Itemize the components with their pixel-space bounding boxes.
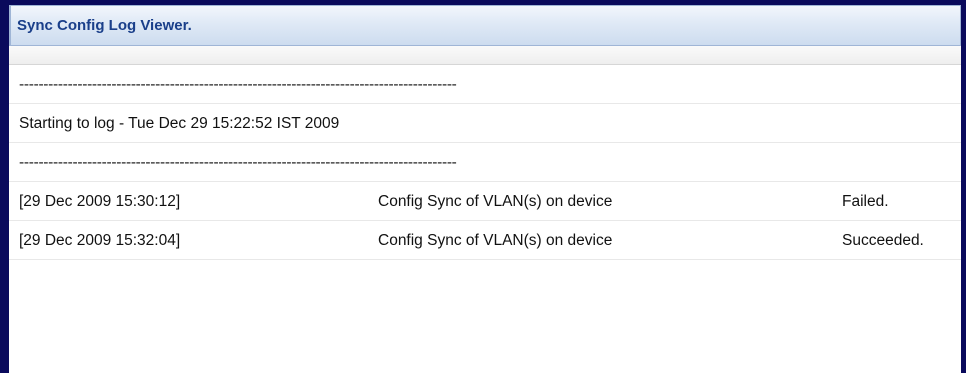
entry-message: Config Sync of VLAN(s) on device <box>378 232 613 249</box>
separator-text: ----------------------------------------… <box>19 76 457 93</box>
entry-status: Succeeded. <box>842 232 924 249</box>
log-entry-row[interactable]: [29 Dec 2009 15:30:12] Config Sync of VL… <box>9 182 961 221</box>
separator-text: ----------------------------------------… <box>19 154 457 171</box>
log-start-line: Starting to log - Tue Dec 29 15:22:52 IS… <box>9 104 961 143</box>
log-separator-line: ----------------------------------------… <box>9 65 961 104</box>
log-list: ----------------------------------------… <box>9 65 961 260</box>
log-separator-line: ----------------------------------------… <box>9 143 961 182</box>
log-start-text: Starting to log - Tue Dec 29 15:22:52 IS… <box>19 115 340 132</box>
log-entry-row[interactable]: [29 Dec 2009 15:32:04] Config Sync of VL… <box>9 221 961 260</box>
entry-status: Failed. <box>842 193 889 210</box>
entry-message: Config Sync of VLAN(s) on device <box>378 193 613 210</box>
entry-timestamp: [29 Dec 2009 15:30:12] <box>19 193 181 210</box>
toolbar-strip <box>9 46 961 65</box>
log-viewer-window: Sync Config Log Viewer. ----------------… <box>0 0 966 373</box>
title-bar: Sync Config Log Viewer. <box>9 5 961 46</box>
entry-timestamp: [29 Dec 2009 15:32:04] <box>19 232 181 249</box>
window-title: Sync Config Log Viewer. <box>17 17 192 34</box>
